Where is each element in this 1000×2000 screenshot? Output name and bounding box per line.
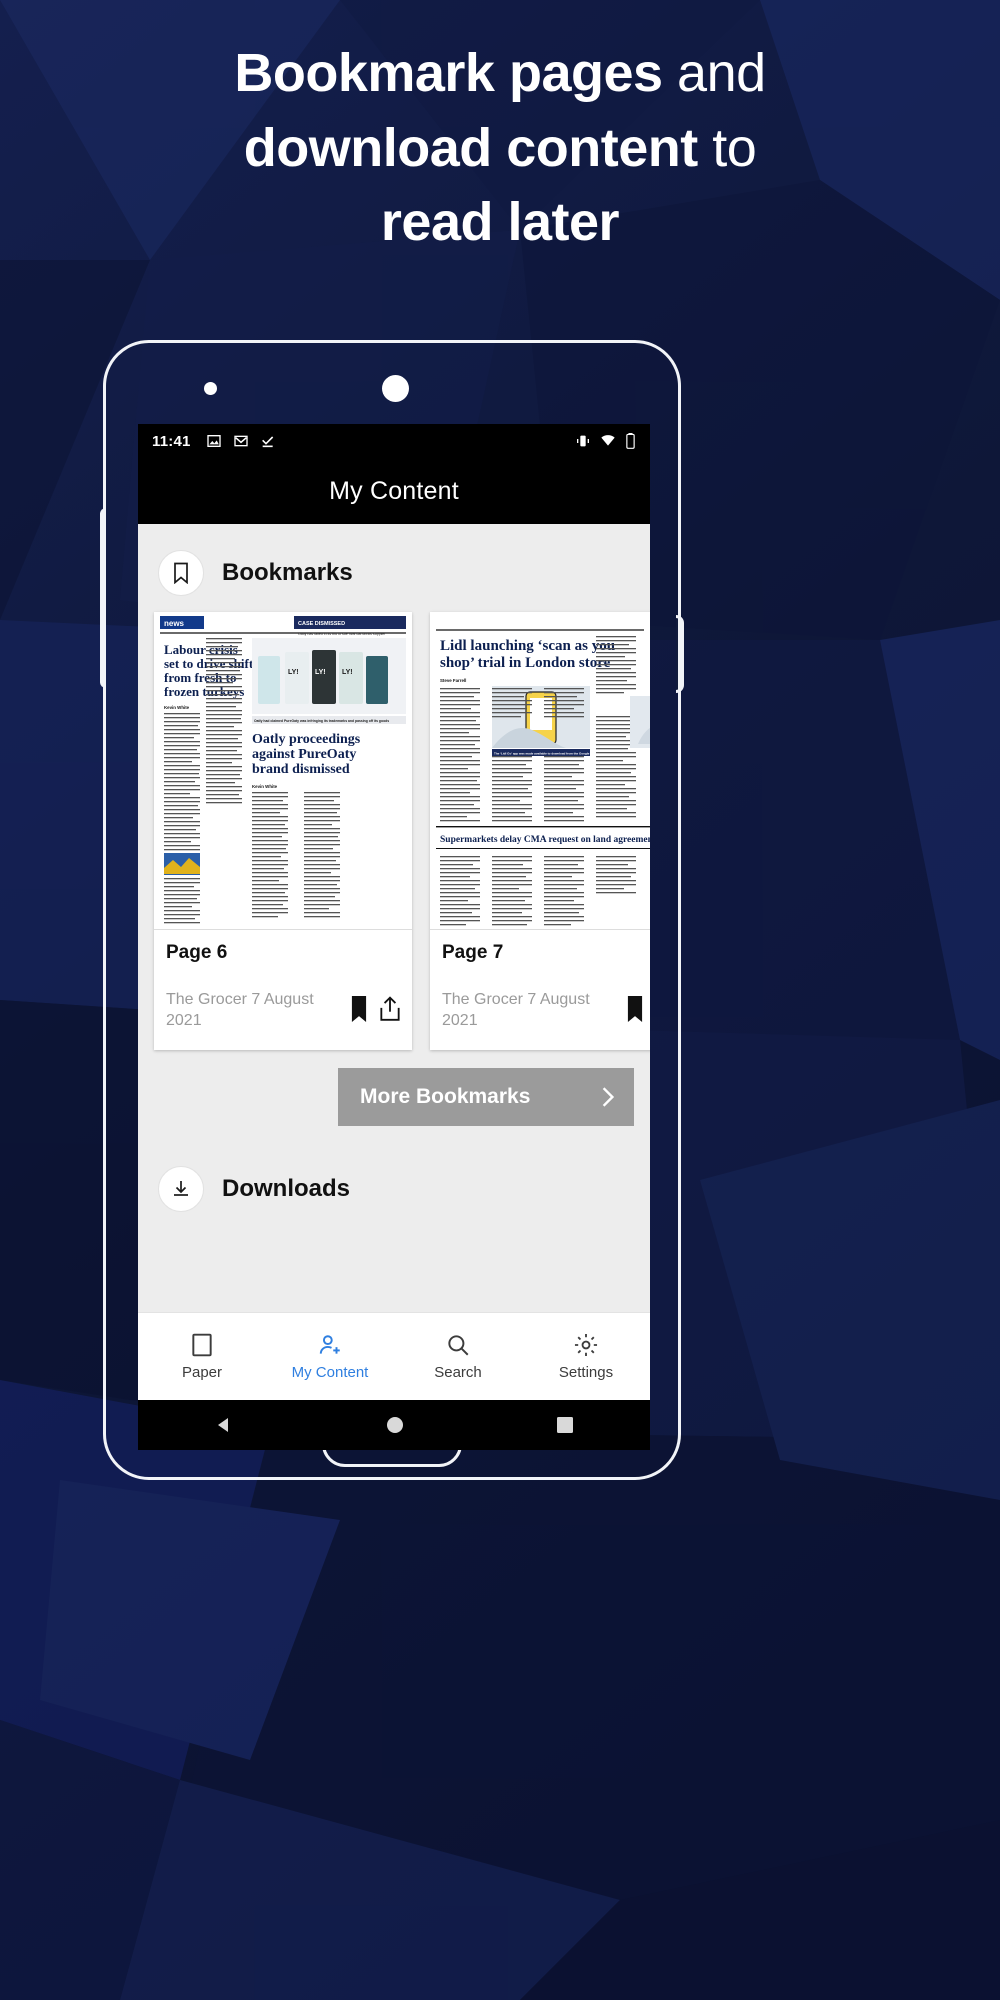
more-bookmarks-button[interactable]: More Bookmarks xyxy=(338,1068,634,1126)
home-circle-icon[interactable] xyxy=(385,1415,405,1435)
search-icon xyxy=(448,1335,469,1356)
bookmark-card[interactable]: Lidl launching ‘scan as you shop’ trial … xyxy=(430,612,650,1050)
svg-text:Supermarkets delay CMA request: Supermarkets delay CMA request on land a… xyxy=(440,835,650,845)
image-icon xyxy=(206,435,221,447)
phone-screen: 11:41 My Content Bookmarks news CASE DIS… xyxy=(138,424,650,1400)
bookmark-filled-icon[interactable] xyxy=(348,995,370,1027)
svg-text:shop’ trial in London store: shop’ trial in London store xyxy=(440,655,611,671)
headline-line3: read later xyxy=(380,192,620,253)
paper-icon xyxy=(192,1333,212,1357)
svg-text:brand dismissed: brand dismissed xyxy=(252,762,350,777)
svg-text:Kevin White: Kevin White xyxy=(164,705,190,710)
task-check-icon xyxy=(261,436,273,448)
card-page-label: Page 7 xyxy=(442,942,504,963)
nav-label-paper: Paper xyxy=(181,1364,223,1381)
headline-line2-light: to xyxy=(697,117,757,178)
android-system-nav xyxy=(138,1400,650,1450)
section-downloads-header: Downloads xyxy=(138,1144,650,1222)
nav-item-search[interactable]: Search xyxy=(394,1313,522,1400)
card-footer: The Grocer 7 August 2021 xyxy=(430,964,650,1050)
svg-text:Oatly proceedings: Oatly proceedings xyxy=(252,732,361,747)
headline-line1-light: and xyxy=(662,43,766,103)
section-bookmarks-header: Bookmarks xyxy=(138,524,650,612)
svg-text:CASE DISMISSED: CASE DISMISSED xyxy=(298,621,345,627)
svg-text:Lidl launching ‘scan as you: Lidl launching ‘scan as you xyxy=(440,638,615,654)
status-bar: 11:41 xyxy=(138,424,650,458)
more-bookmarks-label: More Bookmarks xyxy=(360,1085,531,1108)
svg-text:against PureOaty: against PureOaty xyxy=(252,747,356,762)
bookmark-card[interactable]: news CASE DISMISSED Oatly has failed in … xyxy=(154,612,412,1050)
my-content-icon xyxy=(319,1335,340,1354)
chevron-right-icon xyxy=(602,1087,615,1107)
wifi-icon xyxy=(601,435,615,446)
nav-item-paper[interactable]: Paper xyxy=(138,1313,266,1400)
svg-text:LY!: LY! xyxy=(315,669,326,676)
app-title: My Content xyxy=(329,476,459,505)
recents-square-icon[interactable] xyxy=(556,1416,574,1434)
bookmark-outline-icon xyxy=(158,550,204,596)
gmail-icon xyxy=(233,435,248,447)
nav-label-my-content: My Content xyxy=(291,1364,369,1381)
bottom-navigation: Paper My Content Search Settings xyxy=(138,1312,650,1400)
back-triangle-icon[interactable] xyxy=(214,1415,234,1435)
nav-label-settings: Settings xyxy=(558,1364,614,1381)
page-thumbnail-7[interactable]: Lidl launching ‘scan as you shop’ trial … xyxy=(430,612,650,930)
front-sensor-icon xyxy=(204,382,217,395)
card-page-label: Page 6 xyxy=(166,942,228,963)
vibrate-icon xyxy=(577,435,589,447)
section-bookmarks-title: Bookmarks xyxy=(222,559,353,586)
bookmark-card-list: news CASE DISMISSED Oatly has failed in … xyxy=(138,612,650,1050)
battery-icon xyxy=(626,433,635,449)
download-icon xyxy=(158,1166,204,1212)
card-footer: The Grocer 7 August 2021 xyxy=(154,964,412,1050)
app-title-bar: My Content xyxy=(138,458,650,524)
svg-text:Oatly had claimed PureOaty was: Oatly had claimed PureOaty was infringin… xyxy=(254,719,389,723)
svg-text:Kevin White: Kevin White xyxy=(252,784,278,789)
nav-item-settings[interactable]: Settings xyxy=(522,1313,650,1400)
page-title: Bookmark pages and download content to r… xyxy=(0,36,1000,260)
page-thumbnail-6[interactable]: news CASE DISMISSED Oatly has failed in … xyxy=(154,612,412,930)
headline-line1-bold: Bookmark pages xyxy=(234,43,663,103)
gear-icon xyxy=(574,1333,598,1357)
front-camera-icon xyxy=(382,375,409,402)
bookmark-filled-icon[interactable] xyxy=(624,995,646,1027)
content-area: Bookmarks news CASE DISMISSED Oatly has … xyxy=(138,524,650,1400)
status-right-icons xyxy=(575,433,636,449)
svg-text:LY!: LY! xyxy=(288,669,299,676)
section-downloads-title: Downloads xyxy=(222,1175,351,1202)
status-time: 11:41 xyxy=(152,432,191,450)
svg-text:LY!: LY! xyxy=(342,669,353,676)
card-date: The Grocer 7 August 2021 xyxy=(442,991,590,1029)
headline-line2-bold: download content xyxy=(243,117,698,178)
svg-text:news: news xyxy=(164,619,185,628)
nav-label-search: Search xyxy=(434,1364,482,1381)
share-icon[interactable] xyxy=(378,995,402,1027)
more-bookmarks-row: More Bookmarks xyxy=(138,1050,650,1126)
svg-text:Steve Farrell: Steve Farrell xyxy=(440,678,466,683)
card-date: The Grocer 7 August 2021 xyxy=(166,991,314,1029)
nav-item-my-content[interactable]: My Content xyxy=(266,1313,394,1400)
